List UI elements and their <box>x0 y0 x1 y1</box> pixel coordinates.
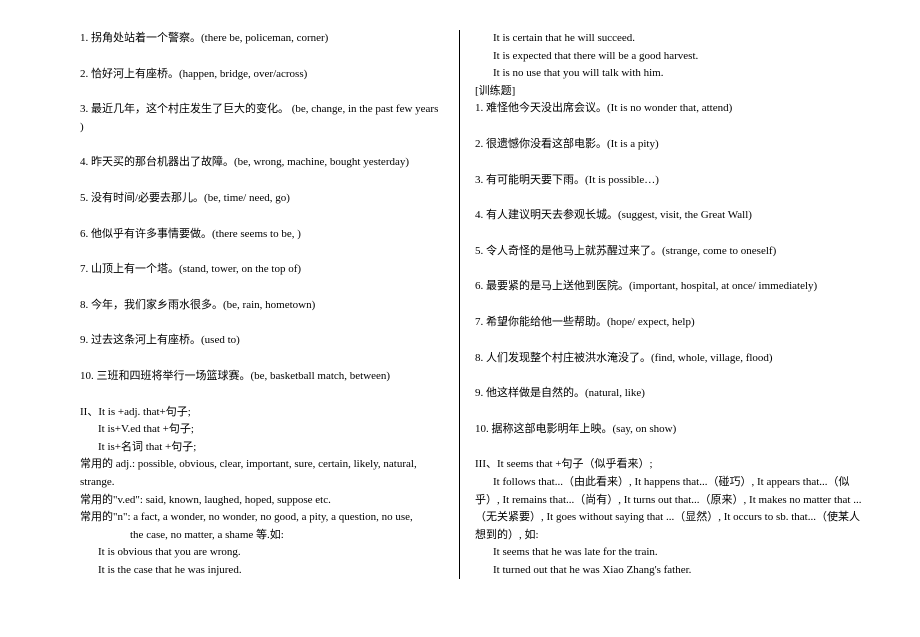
left-column: 1. 拐角处站着一个警察。(there be, policeman, corne… <box>20 30 460 579</box>
exercise-item: 4. 昨天买的那台机器出了故障。(be, wrong, machine, bou… <box>80 154 444 172</box>
section-2-ntail: the case, no matter, a shame 等.如: <box>80 527 444 545</box>
exercise-item: 1. 难怪他今天没出席会议。(It is no wonder that, att… <box>475 100 870 118</box>
exercise-item: 3. 最近几年，这个村庄发生了巨大的变化。 (be, change, in th… <box>80 101 444 136</box>
exercise-item: 10. 据称这部电影明年上映。(say, on show) <box>475 421 870 439</box>
two-column-layout: 1. 拐角处站着一个警察。(there be, policeman, corne… <box>20 30 900 579</box>
section-2-ved: 常用的"v.ed": said, known, laughed, hoped, … <box>80 492 444 510</box>
section-2-n: 常用的"n": a fact, a wonder, no wonder, no … <box>80 509 444 527</box>
right-column: It is certain that he will succeed. It i… <box>460 30 900 579</box>
training-label: [训练题] <box>475 83 870 101</box>
section-2-line: It is+名词 that +句子; <box>80 439 444 457</box>
section-2-example: It is obvious that you are wrong. <box>80 544 444 562</box>
section-3-body: It follows that...（由此看来）, It happens tha… <box>475 474 870 544</box>
exercise-item: 8. 人们发现整个村庄被洪水淹没了。(find, whole, village,… <box>475 350 870 368</box>
exercise-item: 10. 三班和四班将举行一场篮球赛。(be, basketball match,… <box>80 368 444 386</box>
exercise-item: 5. 没有时间/必要去那儿。(be, time/ need, go) <box>80 190 444 208</box>
exercise-item: 9. 他这样做是自然的。(natural, like) <box>475 385 870 403</box>
section-3-heading: III、It seems that +句子（似乎看来）; <box>475 456 870 474</box>
exercise-item: 8. 今年，我们家乡雨水很多。(be, rain, hometown) <box>80 297 444 315</box>
section-2-line: It is+V.ed that +句子; <box>80 421 444 439</box>
exercise-item: 7. 希望你能给他一些帮助。(hope/ expect, help) <box>475 314 870 332</box>
exercise-item: 6. 最要紧的是马上送他到医院。(important, hospital, at… <box>475 278 870 296</box>
exercise-item: 1. 拐角处站着一个警察。(there be, policeman, corne… <box>80 30 444 48</box>
exercise-item: 4. 有人建议明天去参观长城。(suggest, visit, the Grea… <box>475 207 870 225</box>
section-2-example: It is no use that you will talk with him… <box>475 65 870 83</box>
exercise-item: 9. 过去这条河上有座桥。(used to) <box>80 332 444 350</box>
section-2-example: It is the case that he was injured. <box>80 562 444 580</box>
section-2-example: It is expected that there will be a good… <box>475 48 870 66</box>
section-3-example: It turned out that he was Xiao Zhang's f… <box>475 562 870 580</box>
section-2-adj: 常用的 adj.: possible, obvious, clear, impo… <box>80 456 444 491</box>
section-2-heading: II、It is +adj. that+句子; <box>80 404 444 422</box>
exercise-item: 3. 有可能明天要下雨。(It is possible…) <box>475 172 870 190</box>
section-3-example: It seems that he was late for the train. <box>475 544 870 562</box>
exercise-item: 7. 山顶上有一个塔。(stand, tower, on the top of) <box>80 261 444 279</box>
section-2-example: It is certain that he will succeed. <box>475 30 870 48</box>
exercise-item: 2. 恰好河上有座桥。(happen, bridge, over/across) <box>80 66 444 84</box>
exercise-item: 5. 令人奇怪的是他马上就苏醒过来了。(strange, come to one… <box>475 243 870 261</box>
exercise-item: 6. 他似乎有许多事情要做。(there seems to be, ) <box>80 226 444 244</box>
exercise-item: 2. 很遗憾你没看这部电影。(It is a pity) <box>475 136 870 154</box>
